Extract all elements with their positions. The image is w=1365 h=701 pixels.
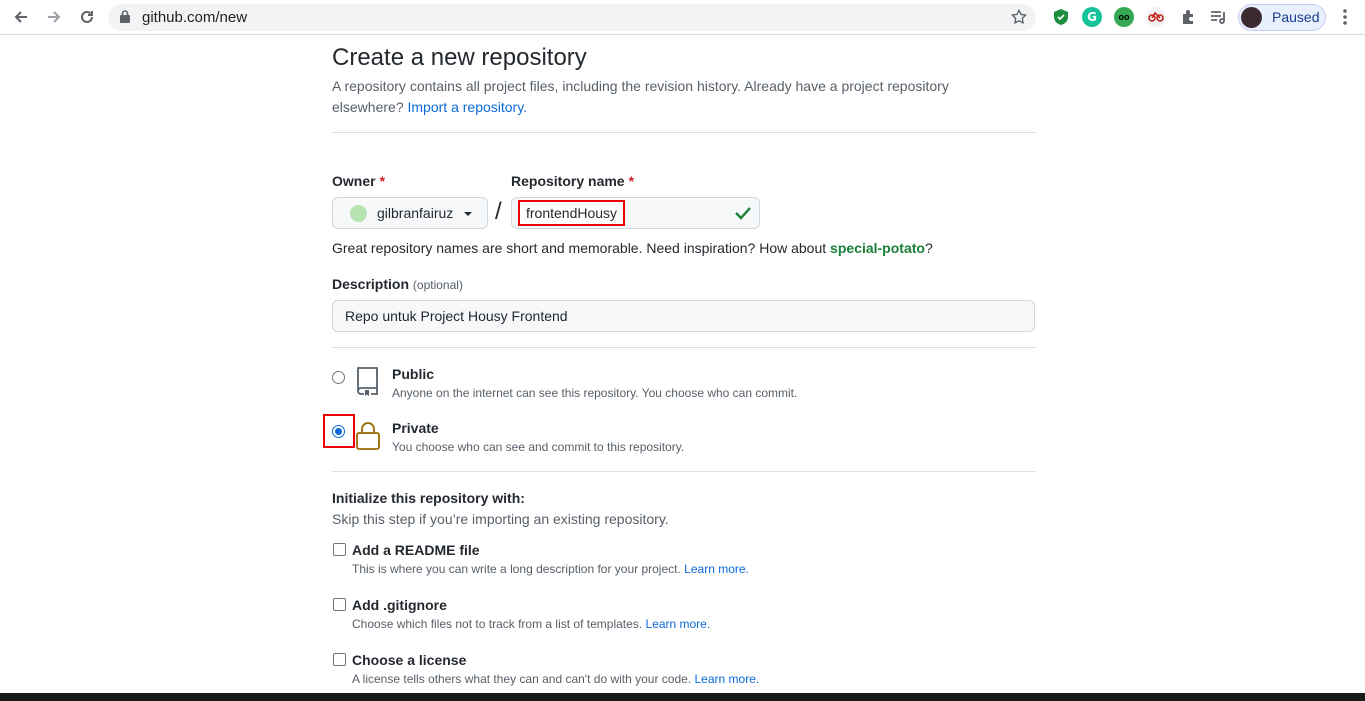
readme-checkbox[interactable] bbox=[333, 543, 346, 556]
license-description: A license tells others what they can and… bbox=[352, 672, 759, 686]
reload-icon bbox=[81, 10, 93, 23]
lock-icon bbox=[356, 422, 380, 450]
profile-button[interactable]: Paused bbox=[1238, 4, 1326, 31]
grammarly-extension-icon[interactable]: G bbox=[1082, 7, 1102, 27]
owner-label: Owner * bbox=[332, 173, 385, 189]
back-button[interactable] bbox=[10, 6, 32, 28]
description-input[interactable]: Repo untuk Project Housy Frontend bbox=[332, 300, 1035, 332]
license-learn-more-link[interactable]: Learn more. bbox=[695, 672, 760, 686]
address-bar[interactable]: github.com/new bbox=[108, 4, 1036, 31]
page-subtitle: A repository contains all project files,… bbox=[332, 76, 1022, 118]
desktop-background-strip bbox=[0, 693, 1365, 701]
license-checkbox[interactable] bbox=[333, 653, 346, 666]
optional-marker: (optional) bbox=[412, 278, 463, 292]
forward-arrow-icon bbox=[48, 11, 61, 23]
owner-value: gilbranfairuz bbox=[377, 205, 454, 221]
back-arrow-icon bbox=[14, 11, 27, 23]
owner-select[interactable]: gilbranfairuz bbox=[332, 197, 488, 229]
gitignore-learn-more-link[interactable]: Learn more. bbox=[645, 617, 710, 631]
hint-suffix: ? bbox=[924, 240, 933, 256]
repository-name-hint: Great repository names are short and mem… bbox=[332, 240, 933, 256]
chevron-down-icon bbox=[464, 212, 472, 216]
browser-menu-icon[interactable] bbox=[1341, 8, 1349, 26]
readme-title: Add a README file bbox=[352, 542, 480, 558]
gitignore-desc-text: Choose which files not to track from a l… bbox=[352, 617, 643, 631]
divider bbox=[332, 471, 1035, 472]
divider bbox=[332, 132, 1035, 133]
description-label-text: Description bbox=[332, 276, 410, 292]
owner-repo-separator: / bbox=[495, 198, 502, 225]
repository-name-label: Repository name * bbox=[511, 173, 634, 189]
public-title: Public bbox=[392, 366, 435, 382]
import-repository-link[interactable]: Import a repository. bbox=[408, 99, 528, 115]
gitignore-description: Choose which files not to track from a l… bbox=[352, 617, 710, 631]
hint-text: Great repository names are short and mem… bbox=[332, 240, 827, 256]
gitignore-checkbox[interactable] bbox=[333, 598, 346, 611]
repo-label-text: Repository name bbox=[511, 173, 625, 189]
lock-icon bbox=[120, 10, 130, 23]
required-mark: * bbox=[379, 173, 386, 189]
readme-learn-more-link[interactable]: Learn more. bbox=[684, 562, 749, 576]
suggested-name[interactable]: special-potato bbox=[830, 240, 925, 256]
bookmark-star-icon[interactable] bbox=[1010, 8, 1028, 26]
public-description: Anyone on the internet can see this repo… bbox=[392, 386, 798, 400]
private-title: Private bbox=[392, 420, 439, 436]
reading-list-icon[interactable] bbox=[1209, 7, 1229, 27]
owner-avatar bbox=[350, 205, 367, 222]
profile-avatar bbox=[1241, 7, 1262, 28]
repository-name-value[interactable]: frontendHousy bbox=[518, 200, 626, 226]
owner-label-text: Owner bbox=[332, 173, 376, 189]
browser-toolbar: github.com/new G oo Paused bbox=[0, 0, 1365, 35]
cycle-extension-icon[interactable] bbox=[1146, 7, 1166, 27]
license-title: Choose a license bbox=[352, 652, 467, 668]
private-description: You choose who can see and commit to thi… bbox=[392, 440, 685, 454]
owl-extension-icon[interactable]: oo bbox=[1114, 7, 1134, 27]
check-icon bbox=[735, 207, 751, 220]
page-title: Create a new repository bbox=[332, 44, 587, 71]
divider bbox=[332, 347, 1035, 348]
forward-button[interactable] bbox=[43, 6, 65, 28]
profile-status-label: Paused bbox=[1272, 9, 1320, 25]
license-desc-text: A license tells others what they can and… bbox=[352, 672, 692, 686]
gitignore-title: Add .gitignore bbox=[352, 597, 447, 613]
url-text: github.com/new bbox=[142, 9, 248, 26]
reload-button[interactable] bbox=[76, 6, 98, 28]
description-label: Description (optional) bbox=[332, 276, 463, 292]
repo-book-icon bbox=[357, 367, 378, 396]
readme-desc-text: This is where you can write a long descr… bbox=[352, 562, 681, 576]
description-value: Repo untuk Project Housy Frontend bbox=[345, 308, 568, 324]
readme-description: This is where you can write a long descr… bbox=[352, 562, 749, 576]
initialize-title: Initialize this repository with: bbox=[332, 490, 525, 506]
public-radio[interactable] bbox=[332, 371, 345, 384]
repository-name-input[interactable]: frontendHousy bbox=[511, 197, 760, 229]
puzzle-extensions-icon[interactable] bbox=[1178, 7, 1198, 27]
required-mark: * bbox=[628, 173, 635, 189]
initialize-subtitle: Skip this step if you’re importing an ex… bbox=[332, 511, 669, 527]
shield-extension-icon[interactable] bbox=[1051, 7, 1071, 27]
private-radio[interactable] bbox=[332, 425, 345, 438]
